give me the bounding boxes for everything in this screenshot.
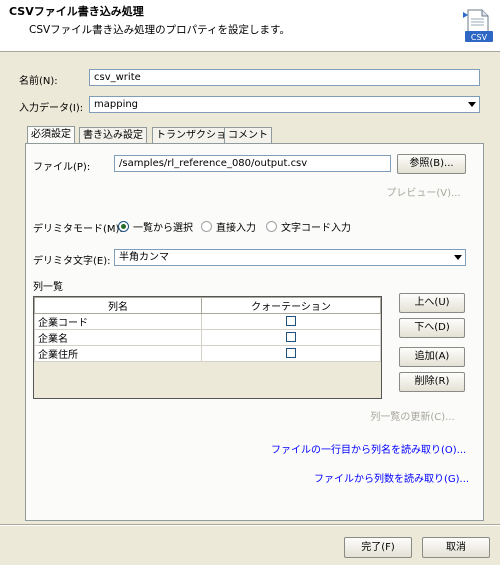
column-name-cell[interactable]: 企業名 (34, 329, 202, 346)
name-field[interactable]: csv_write (89, 69, 480, 86)
dialog-title: CSVファイル書き込み処理 (9, 5, 144, 18)
input-data-value: mapping (94, 99, 139, 110)
table-row[interactable]: 企業住所 (34, 345, 381, 362)
move-up-button[interactable]: 上へ(U) (399, 293, 465, 313)
column-list-label: 列一覧 (33, 282, 63, 293)
delimiter-mode-label: デリミタモード(M): (33, 224, 123, 235)
radio-direct-input-label: 直接入力 (216, 223, 256, 234)
column-header-name[interactable]: 列名 (34, 297, 202, 314)
csv-file-icon: CSV (462, 9, 494, 43)
dropdown-arrow-icon[interactable] (465, 98, 478, 111)
radio-dot (266, 221, 277, 232)
input-data-select[interactable]: mapping (89, 96, 480, 113)
radio-dot (118, 221, 129, 232)
quotation-checkbox[interactable] (286, 316, 296, 326)
finish-button[interactable]: 完了(F) (344, 537, 412, 558)
quotation-checkbox[interactable] (286, 348, 296, 358)
radio-charcode-input[interactable]: 文字コード入力 (266, 219, 351, 234)
delimiter-char-value: 半角カンマ (119, 252, 169, 263)
csv-icon-text: CSV (471, 33, 488, 42)
browse-button[interactable]: 参照(B)... (397, 154, 466, 174)
move-down-button[interactable]: 下へ(D) (399, 318, 465, 338)
table-row[interactable]: 企業コード (34, 313, 381, 330)
delimiter-char-label: デリミタ文字(E): (33, 256, 111, 267)
file-label: ファイル(P): (33, 162, 91, 173)
column-list-table[interactable]: 列名 クォーテーション 企業コード 企業名 企業住所 (33, 296, 382, 399)
dialog-header: CSVファイル書き込み処理 CSVファイル書き込み処理のプロパティを設定します。… (0, 0, 500, 52)
cancel-button[interactable]: 取消 (422, 537, 490, 558)
delete-column-button[interactable]: 削除(R) (399, 372, 465, 392)
radio-select-from-list-label: 一覧から選択 (133, 223, 193, 234)
radio-dot (201, 221, 212, 232)
add-column-button[interactable]: 追加(A) (399, 347, 465, 367)
file-path-field[interactable]: /samples/rl_reference_080/output.csv (114, 155, 391, 172)
tab-required[interactable]: 必須設定 (27, 126, 75, 144)
name-label: 名前(N): (19, 76, 58, 87)
column-name-cell[interactable]: 企業コード (34, 313, 202, 330)
read-column-count-link[interactable]: ファイルから列数を読み取り(G)... (314, 470, 469, 485)
radio-select-from-list[interactable]: 一覧から選択 (118, 219, 193, 234)
column-header-quotation[interactable]: クォーテーション (201, 297, 381, 314)
dropdown-arrow-icon[interactable] (451, 251, 464, 264)
input-data-label: 入力データ(I): (19, 103, 84, 114)
radio-charcode-input-label: 文字コード入力 (281, 223, 351, 234)
delimiter-char-select[interactable]: 半角カンマ (114, 249, 466, 266)
preview-button[interactable]: プレビュー(V)... (381, 184, 466, 204)
dialog-description: CSVファイル書き込み処理のプロパティを設定します。 (29, 24, 290, 36)
footer-divider (0, 524, 500, 526)
table-row[interactable]: 企業名 (34, 329, 381, 346)
quotation-checkbox[interactable] (286, 332, 296, 342)
radio-direct-input[interactable]: 直接入力 (201, 219, 256, 234)
tab-comment[interactable]: コメント (224, 127, 272, 144)
read-column-names-link[interactable]: ファイルの一行目から列名を読み取り(O)... (271, 441, 466, 456)
refresh-columns-button[interactable]: 列一覧の更新(C)... (359, 408, 466, 428)
column-name-cell[interactable]: 企業住所 (34, 345, 202, 362)
tab-write-settings[interactable]: 書き込み設定 (79, 127, 147, 144)
